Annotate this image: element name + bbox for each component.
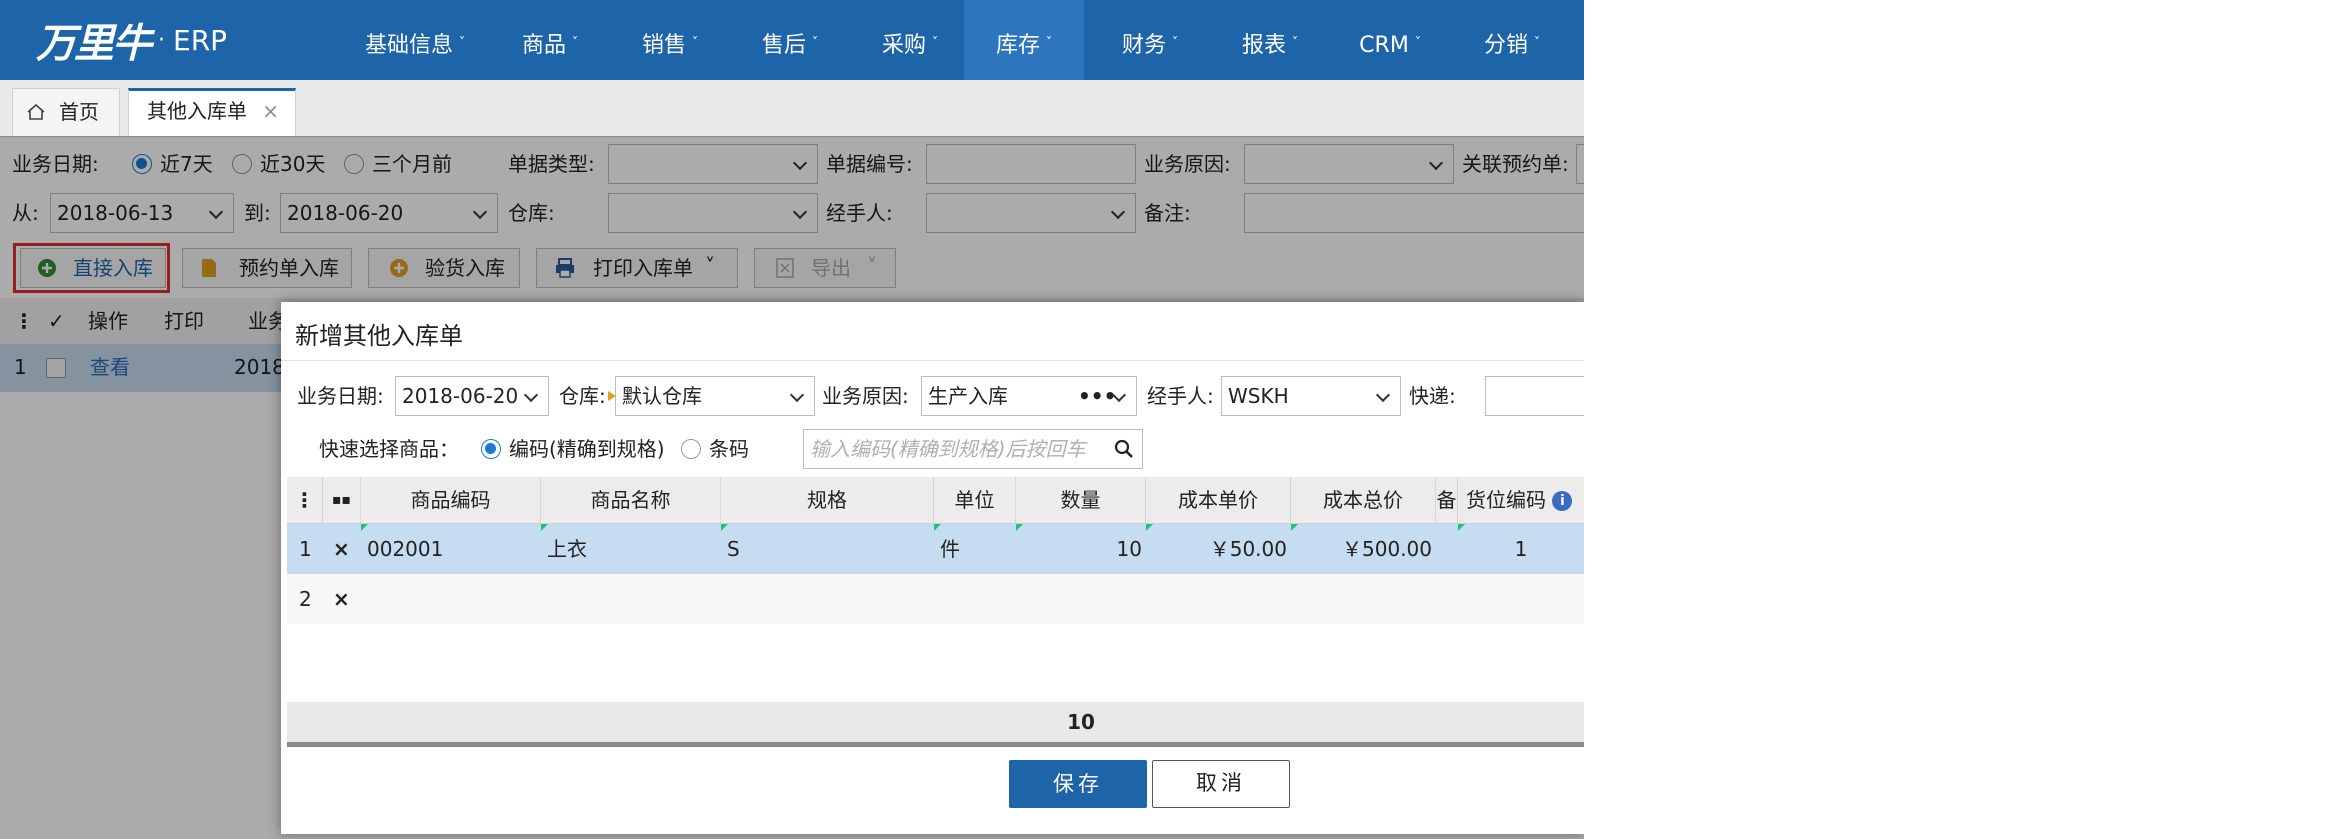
product-name: ERP <box>173 23 228 57</box>
header-code: 商品编码 <box>361 477 541 523</box>
summary-row: 10 <box>287 702 1584 747</box>
product-search-input[interactable]: 输入编码(精确到规格)后按回车 <box>803 429 1143 469</box>
code-radio[interactable] <box>481 439 501 459</box>
nav-products[interactable]: 商品 ˅ <box>500 0 600 80</box>
handler-select[interactable]: WSKH <box>1221 376 1401 416</box>
nav-inventory[interactable]: 库存 ˅ <box>964 0 1084 80</box>
nav-reports[interactable]: 报表 ˅ <box>1220 0 1320 80</box>
top-navbar: 万里牛 · ERP 基础信息 ˅ 商品 ˅ 销售 ˅ 售后 ˅ 采购 ˅ 库存 ˅ 财务 ˅ … <box>0 0 1584 80</box>
title-divider <box>281 360 1584 361</box>
chevron-down-icon: ˅ <box>1292 35 1298 49</box>
header-name: 商品名称 <box>541 477 721 523</box>
save-button[interactable]: 保存 <box>1009 760 1147 808</box>
header-qty: 数量 <box>1016 477 1146 523</box>
item-name[interactable]: 上衣 <box>547 524 587 574</box>
search-icon[interactable] <box>1114 439 1134 459</box>
page-tabs: 首页 其他入库单 × <box>0 80 1584 137</box>
nav-distribution[interactable]: 分销 ˅ <box>1462 0 1562 80</box>
header-unit-cost: 成本单价 <box>1146 477 1291 523</box>
chevron-down-icon: ˅ <box>1414 35 1421 49</box>
barcode-radio[interactable] <box>681 439 701 459</box>
tab-home-label: 首页 <box>59 100 99 124</box>
item-row[interactable]: 2 × <box>287 574 1584 624</box>
nav-after-sales[interactable]: 售后 ˅ <box>740 0 840 80</box>
item-unit[interactable]: 件 <box>940 524 960 574</box>
item-location[interactable]: 1 <box>1458 524 1584 574</box>
info-icon[interactable]: i <box>1552 491 1573 511</box>
chevron-down-icon: ˅ <box>1534 35 1540 49</box>
item-grid-header: ⋮ ▪▪ 商品编码 商品名称 规格 单位 数量 成本单价 成本总价 备 货位编码… <box>287 477 1584 524</box>
item-total-cost[interactable]: ￥500.00 <box>1291 524 1432 574</box>
biz-date-label: 业务日期: <box>297 384 384 408</box>
header-remark: 备 <box>1436 477 1458 523</box>
more-icon[interactable]: ••• <box>1078 377 1116 415</box>
chevron-down-icon: ˅ <box>932 35 938 49</box>
nav-crm[interactable]: CRM ˅ <box>1340 0 1440 80</box>
logo-separator: · <box>158 27 165 53</box>
nav-basic-info[interactable]: 基础信息 ˅ <box>338 0 492 80</box>
total-qty: 10 <box>1067 710 1095 734</box>
erp-app: 万里牛 · ERP 基础信息 ˅ 商品 ˅ 销售 ˅ 售后 ˅ 采购 ˅ 库存 ˅ 财务 ˅ … <box>0 0 1584 839</box>
close-icon[interactable]: × <box>262 88 279 134</box>
code-radio-label: 编码(精确到规格) <box>509 437 665 461</box>
new-other-inbound-dialog: 新增其他入库单 业务日期: 2018-06-20 仓库: 默认仓库 业务原因: … <box>281 302 1584 834</box>
column-menu-icon[interactable]: ⋮ <box>287 477 323 523</box>
header-unit: 单位 <box>934 477 1016 523</box>
chevron-down-icon: ˅ <box>1046 35 1052 49</box>
chevron-down-icon: ˅ <box>812 35 818 49</box>
logo-mark: 万里牛 <box>36 20 152 67</box>
header-spec: 规格 <box>721 477 934 523</box>
tab-home[interactable]: 首页 <box>12 88 120 136</box>
delete-row-icon[interactable]: × <box>333 574 350 624</box>
quick-select-label: 快速选择商品： <box>319 437 459 461</box>
dialog-title: 新增其他入库单 <box>295 322 463 350</box>
warehouse-label: 仓库: <box>559 384 606 408</box>
delete-row-icon[interactable]: × <box>333 524 350 574</box>
tab-other-inbound[interactable]: 其他入库单 × <box>128 88 296 136</box>
cancel-button[interactable]: 取消 <box>1152 760 1290 808</box>
item-row-index: 2 <box>299 587 312 611</box>
biz-date-select[interactable]: 2018-06-20 <box>395 376 549 416</box>
warehouse-select[interactable]: 默认仓库 <box>615 376 815 416</box>
chevron-down-icon: ˅ <box>459 35 465 49</box>
barcode-radio-label: 条码 <box>709 437 749 461</box>
nav-finance[interactable]: 财务 ˅ <box>1100 0 1200 80</box>
required-marker <box>608 391 616 401</box>
drag-handle-icon[interactable]: ▪▪ <box>323 477 361 523</box>
brand-logo[interactable]: 万里牛 · ERP <box>36 10 227 70</box>
reason-label: 业务原因: <box>822 384 909 408</box>
item-qty[interactable]: 10 <box>1016 524 1142 574</box>
item-unit-cost[interactable]: ￥50.00 <box>1146 524 1287 574</box>
express-label: 快递: <box>1409 384 1456 408</box>
tab-label: 其他入库单 <box>147 99 247 123</box>
item-row-index: 1 <box>299 537 312 561</box>
express-input[interactable] <box>1485 376 1584 416</box>
handler-label: 经手人: <box>1147 384 1214 408</box>
nav-sales[interactable]: 销售 ˅ <box>620 0 720 80</box>
header-total-cost: 成本总价 <box>1291 477 1436 523</box>
item-code[interactable]: 002001 <box>367 524 443 574</box>
home-icon <box>27 104 45 120</box>
item-row[interactable]: 1 × 002001 上衣 S 件 10 ￥50.00 ￥500.00 1 <box>287 524 1584 574</box>
chevron-down-icon: ˅ <box>1172 35 1178 49</box>
chevron-down-icon: ˅ <box>572 35 578 49</box>
nav-purchase[interactable]: 采购 ˅ <box>860 0 960 80</box>
reason-select[interactable]: 生产入库 ••• <box>921 376 1137 416</box>
header-location: 货位编码 i <box>1458 477 1584 523</box>
item-spec[interactable]: S <box>727 524 740 574</box>
chevron-down-icon: ˅ <box>692 35 698 49</box>
